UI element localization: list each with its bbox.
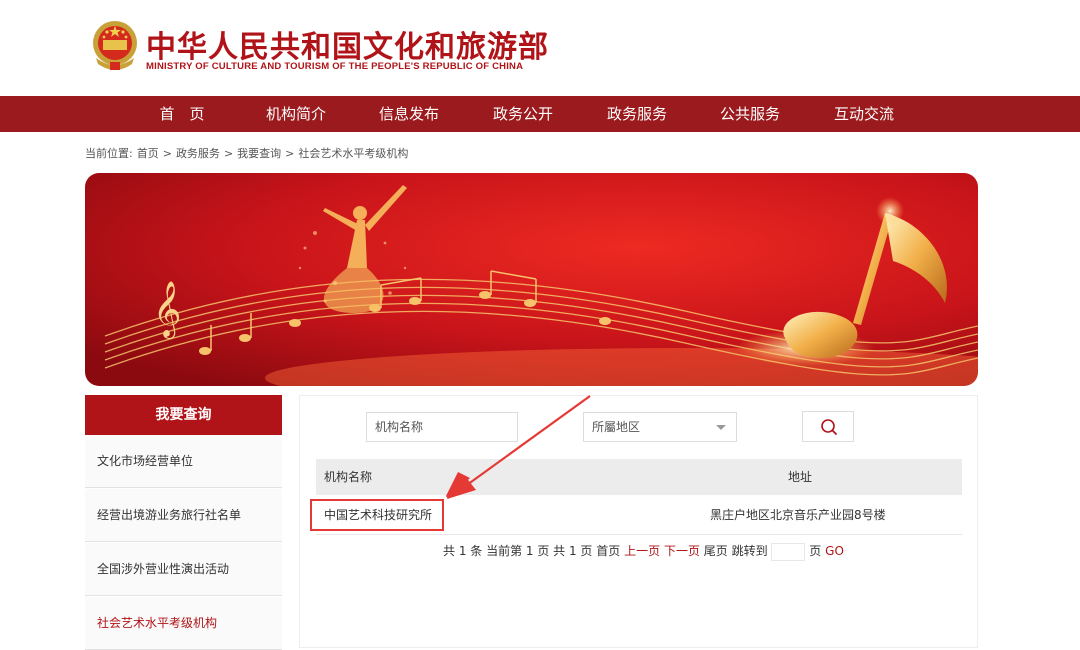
- sidebar-item-travel-agencies[interactable]: 经营出境游业务旅行社名单: [85, 489, 282, 542]
- breadcrumb-home[interactable]: 首页: [137, 147, 159, 160]
- column-header-address: 地址: [788, 470, 813, 484]
- pager-summary: 共 1 条 当前第 1 页 共 1 页: [443, 544, 593, 558]
- site-title: 中华人民共和国文化和旅游部: [146, 30, 549, 65]
- breadcrumb-current: 社会艺术水平考级机构: [298, 147, 409, 160]
- pager-prev[interactable]: 上一页: [624, 544, 660, 558]
- breadcrumb-separator: >: [285, 147, 295, 160]
- region-select[interactable]: 所屬地区: [583, 412, 737, 442]
- nav-item-interaction[interactable]: 互动交流: [809, 96, 919, 132]
- breadcrumb-gov-service[interactable]: 政务服务: [176, 147, 220, 160]
- breadcrumb-separator: >: [223, 147, 234, 160]
- search-button[interactable]: [802, 411, 854, 442]
- search-icon: [821, 419, 837, 435]
- breadcrumb-query[interactable]: 我要查询: [237, 147, 281, 160]
- row-org-address: 黑庄户地区北京音乐产业园8号楼: [710, 508, 886, 522]
- sidebar-item-performances[interactable]: 全国涉外营业性演出活动: [85, 543, 282, 596]
- org-name-input[interactable]: 机构名称: [366, 412, 518, 442]
- site-header: 中华人民共和国文化和旅游部 MINISTRY OF CULTURE AND TO…: [0, 0, 1080, 96]
- sidebar: 我要查询 文化市场经营单位 经营出境游业务旅行社名单 全国涉外营业性演出活动 社…: [85, 395, 282, 650]
- table-header: 机构名称 地址: [316, 459, 962, 495]
- hero-banner: 𝄞: [85, 173, 978, 386]
- region-select-value: 所屬地区: [592, 420, 641, 434]
- pager-first[interactable]: 首页: [596, 544, 620, 558]
- page-root: 中华人民共和国文化和旅游部 MINISTRY OF CULTURE AND TO…: [0, 0, 1080, 650]
- nav-item-public-service[interactable]: 公共服务: [695, 96, 805, 132]
- breadcrumb-prefix: 当前位置:: [85, 147, 133, 160]
- main-nav: 首 页 机构简介 信息发布 政务公开 政务服务 公共服务 互动交流: [0, 96, 1080, 132]
- nav-item-home[interactable]: 首 页: [127, 96, 237, 132]
- chevron-down-icon: [716, 425, 726, 430]
- pager-jump-label: 跳转到: [731, 544, 768, 558]
- nav-item-gov-open[interactable]: 政务公开: [468, 96, 578, 132]
- nav-item-gov-service[interactable]: 政务服务: [582, 96, 692, 132]
- sidebar-item-culture-market[interactable]: 文化市场经营单位: [85, 435, 282, 488]
- pager-page-unit: 页: [809, 544, 822, 558]
- sidebar-heading: 我要查询: [85, 395, 282, 435]
- svg-text:𝄞: 𝄞: [153, 281, 181, 339]
- pager-go-button[interactable]: GO: [825, 544, 844, 558]
- breadcrumb: 当前位置: 首页 > 政务服务 > 我要查询 > 社会艺术水平考级机构: [85, 145, 412, 161]
- banner-artwork: 𝄞: [85, 173, 978, 386]
- sidebar-item-art-exam[interactable]: 社会艺术水平考级机构: [85, 597, 282, 650]
- highlight-box: [310, 499, 444, 531]
- pager-next[interactable]: 下一页: [664, 544, 700, 558]
- pager-last[interactable]: 尾页: [704, 544, 728, 558]
- page-jump-input[interactable]: [771, 542, 806, 561]
- breadcrumb-separator: >: [162, 147, 172, 160]
- pagination: 共 1 条 当前第 1 页 共 1 页 首页 上一页 下一页 尾页 跳转到 页 …: [443, 542, 844, 561]
- nav-item-about[interactable]: 机构简介: [241, 96, 351, 132]
- column-header-name: 机构名称: [324, 470, 373, 484]
- nav-item-news[interactable]: 信息发布: [354, 96, 464, 132]
- national-emblem-icon: [93, 21, 137, 70]
- site-subtitle: MINISTRY OF CULTURE AND TOURISM OF THE P…: [146, 61, 524, 72]
